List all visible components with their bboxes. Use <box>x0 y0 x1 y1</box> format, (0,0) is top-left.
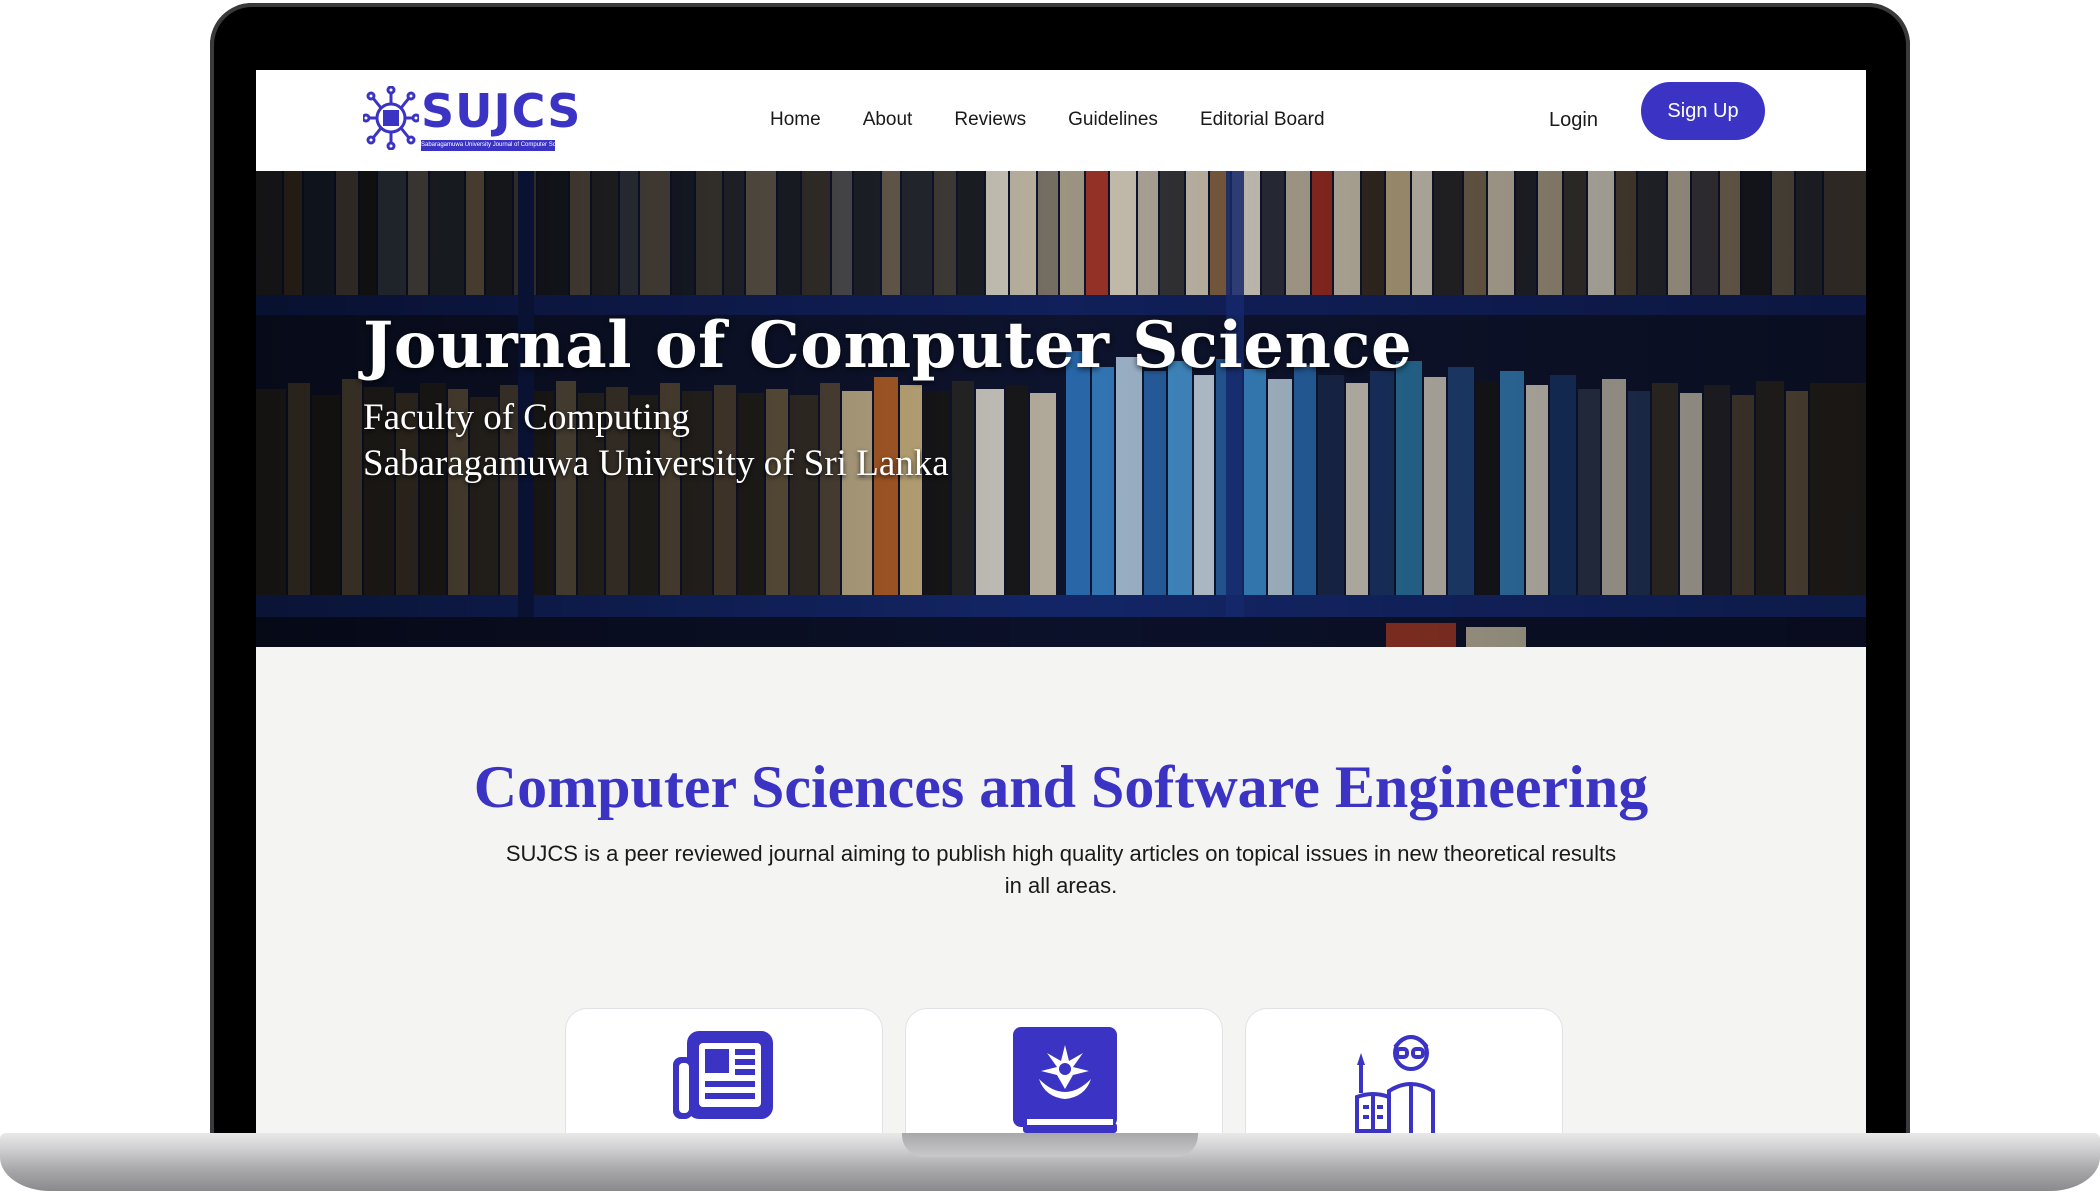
feature-card-editorial[interactable] <box>1245 1008 1563 1143</box>
nav-home[interactable]: Home <box>770 100 821 140</box>
scholar-reading-icon <box>1355 1035 1435 1133</box>
hero-subtitle: Faculty of Computing Sabaragamuwa Univer… <box>363 395 949 487</box>
site-logo[interactable]: SUJCS Sabaragamuwa University Journal of… <box>363 82 580 158</box>
login-link[interactable]: Login <box>1549 100 1598 140</box>
browser-screen: SUJCS Sabaragamuwa University Journal of… <box>256 70 1866 1143</box>
nav-guidelines[interactable]: Guidelines <box>1068 100 1158 140</box>
hero-subtitle-faculty: Faculty of Computing <box>363 397 690 438</box>
nav-about[interactable]: About <box>863 100 913 140</box>
main-menu: Home About Reviews Guidelines Editorial … <box>770 100 1325 140</box>
section-title: Computer Sciences and Software Engineeri… <box>473 754 1649 820</box>
section-description: SUJCS is a peer reviewed journal aiming … <box>505 841 1617 898</box>
newspaper-icon <box>673 1031 773 1119</box>
logo-tagline: Sabaragamuwa University Journal of Compu… <box>421 140 555 151</box>
hero-banner: Journal of Computer Science Faculty of C… <box>256 171 1866 647</box>
circuit-brain-icon <box>363 86 419 150</box>
hero-subtitle-university: Sabaragamuwa University of Sri Lanka <box>363 443 949 484</box>
logo-text: SUJCS <box>421 84 582 138</box>
top-navigation: SUJCS Sabaragamuwa University Journal of… <box>256 70 1866 171</box>
hero-title: Journal of Computer Science <box>363 308 1413 383</box>
sign-up-button[interactable]: Sign Up <box>1641 82 1765 140</box>
feature-card-publications[interactable] <box>565 1008 883 1143</box>
book-emblem-icon <box>1013 1027 1117 1133</box>
feature-card-journal[interactable] <box>905 1008 1223 1143</box>
laptop-notch <box>902 1133 1198 1157</box>
nav-editorial-board[interactable]: Editorial Board <box>1200 100 1325 140</box>
nav-reviews[interactable]: Reviews <box>954 100 1026 140</box>
